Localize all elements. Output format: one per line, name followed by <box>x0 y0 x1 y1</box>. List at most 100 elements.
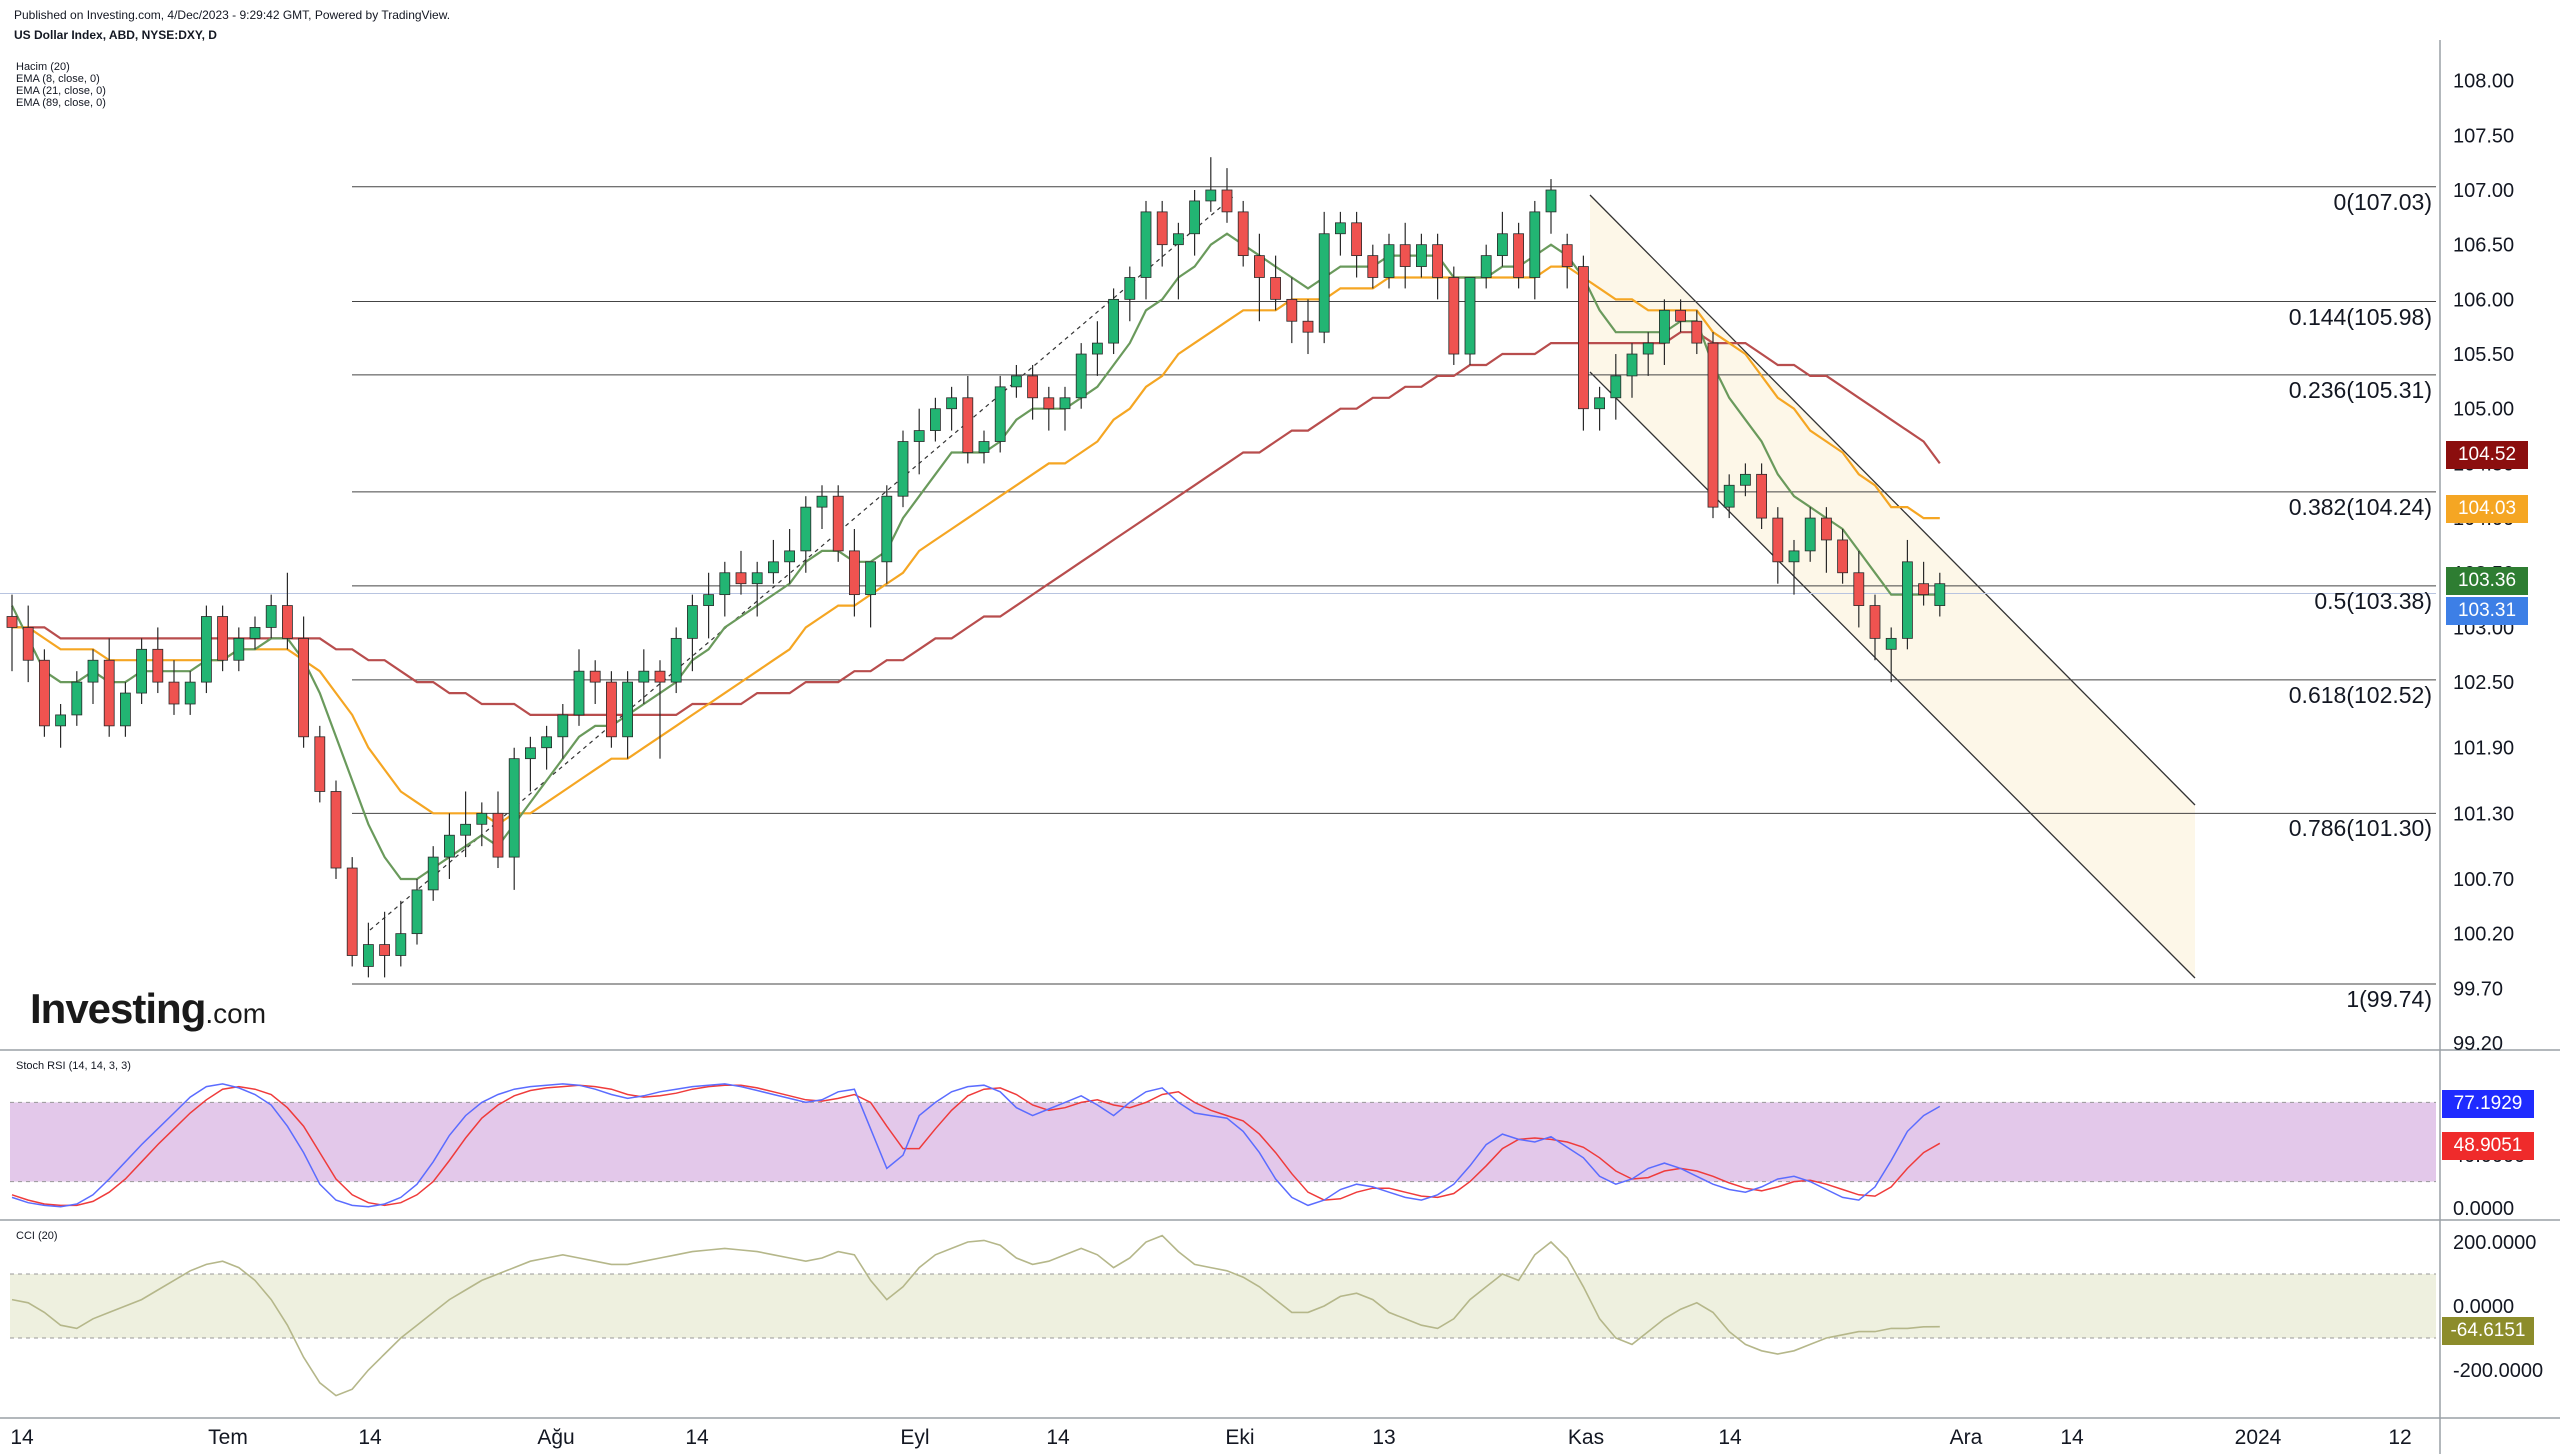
candle-body <box>1497 233 1508 257</box>
candle-body <box>1286 298 1298 322</box>
candle-body <box>1092 342 1103 355</box>
price-tick: 107.50 <box>2453 125 2514 147</box>
candle-body <box>751 572 763 585</box>
candle-body <box>930 408 941 431</box>
price-pane <box>0 40 2560 1454</box>
indicator-ema89: EMA (89, close, 0) <box>16 97 106 109</box>
candle-body <box>1772 517 1784 563</box>
time-tick: 12 <box>2388 1426 2411 1449</box>
candle-body <box>1059 397 1071 410</box>
stoch-rsi-pane: 0.000040.0000 <box>10 1083 2525 1220</box>
candle-body <box>525 747 536 760</box>
investing-logo: Investing.com <box>30 985 266 1033</box>
cci-label: CCI (20) <box>16 1230 58 1242</box>
fib-label: 0.618(102.52) <box>2288 681 2432 708</box>
candle-body <box>217 616 229 661</box>
candle-body <box>6 616 18 628</box>
candle-body <box>1075 353 1087 399</box>
candle-body <box>541 736 552 749</box>
fib-label: 0.786(101.30) <box>2288 815 2432 842</box>
candle-body <box>411 889 423 935</box>
candle-body <box>298 637 310 738</box>
price-tick: 99.20 <box>2453 1033 2503 1055</box>
candle-body <box>233 637 245 661</box>
time-tick: Eki <box>1225 1426 1254 1449</box>
candle-body <box>1140 211 1152 278</box>
cci-value-tag: -64.6151 <box>2442 1317 2534 1345</box>
candle-body <box>476 812 488 825</box>
candle-body <box>1254 255 1265 278</box>
candle-body <box>200 616 212 683</box>
candle-body <box>152 648 164 683</box>
candle-body <box>39 659 50 727</box>
cci-tick: -200.0000 <box>2453 1360 2543 1382</box>
time-tick: 14 <box>685 1426 709 1449</box>
candle-body <box>1335 222 1346 235</box>
stoch-rsi-label: Stoch RSI (14, 14, 3, 3) <box>16 1060 131 1072</box>
fib-label: 0(107.03) <box>2333 188 2432 215</box>
time-tick: Tem <box>208 1426 248 1449</box>
candle-body <box>346 867 358 956</box>
candle-body <box>427 856 439 891</box>
candle-body <box>1189 200 1200 235</box>
channel-upper-line <box>1589 194 2196 806</box>
price-tick: 102.50 <box>2453 672 2514 694</box>
candle-body <box>1885 637 1897 650</box>
candle-body <box>1156 211 1168 246</box>
candle-body <box>1399 244 1411 267</box>
published-note: Published on Investing.com, 4/Dec/2023 -… <box>14 8 451 22</box>
candle-body <box>606 681 617 738</box>
candle-body <box>443 834 455 858</box>
candle-body <box>120 692 131 727</box>
price-tag-ema8: 103.36 <box>2446 567 2528 595</box>
fib-label: 0.5(103.38) <box>2314 587 2432 614</box>
candle-body <box>1043 397 1055 410</box>
candle-body <box>136 648 148 694</box>
candle-body <box>962 397 974 453</box>
time-axis: 14 Tem 14 Ağu 14 Eyl 14 Eki 13 Kas 14 Ara 14 2024 12 <box>10 1426 2411 1449</box>
candle-body <box>1675 309 1686 322</box>
candle-body <box>1837 539 1848 574</box>
candle-body <box>1416 244 1427 267</box>
price-tick: 100.20 <box>2453 924 2514 946</box>
time-tick: 14 <box>1718 1426 1742 1449</box>
candle-body <box>71 681 83 716</box>
candle-body <box>1302 320 1314 333</box>
candle-body <box>87 659 99 683</box>
candle-body <box>1027 375 1038 399</box>
channel-lower-line <box>1589 371 2196 979</box>
candle-body <box>865 561 876 596</box>
candle-body <box>703 594 714 606</box>
candle-body <box>1934 583 1946 606</box>
candle-body <box>184 681 196 705</box>
price-tick: 99.70 <box>2453 978 2503 1000</box>
candle-body <box>1723 484 1735 508</box>
candle-body <box>1205 189 1217 202</box>
candle-body <box>913 430 925 442</box>
candle-body <box>249 627 261 639</box>
candle-body <box>330 791 342 869</box>
candle-body <box>897 441 909 497</box>
candle-body <box>492 812 504 858</box>
price-tick: 101.30 <box>2453 803 2514 825</box>
candle-body <box>395 933 407 956</box>
price-tick: 105.50 <box>2453 344 2514 366</box>
candle-body <box>768 561 779 574</box>
candle-body <box>1011 375 1022 388</box>
time-tick: 14 <box>10 1426 34 1449</box>
candle-body <box>784 550 795 563</box>
fib-label: 0.382(104.24) <box>2288 493 2432 520</box>
symbol-title: US Dollar Index, ABD, NYSE:DXY, D <box>14 28 217 42</box>
candle-body <box>281 605 293 639</box>
candle-body <box>1804 517 1816 552</box>
price-tick: 100.70 <box>2453 869 2514 891</box>
candle-body <box>1173 233 1184 246</box>
logo-text: Investing <box>30 985 206 1032</box>
candle-body <box>589 670 601 683</box>
candle-body <box>1642 342 1654 355</box>
price-tag-ema21: 104.03 <box>2446 495 2528 523</box>
candle-body <box>832 495 844 552</box>
candle-body <box>735 572 747 585</box>
time-tick: 2024 <box>2235 1426 2282 1449</box>
candle-body <box>1902 561 1913 639</box>
